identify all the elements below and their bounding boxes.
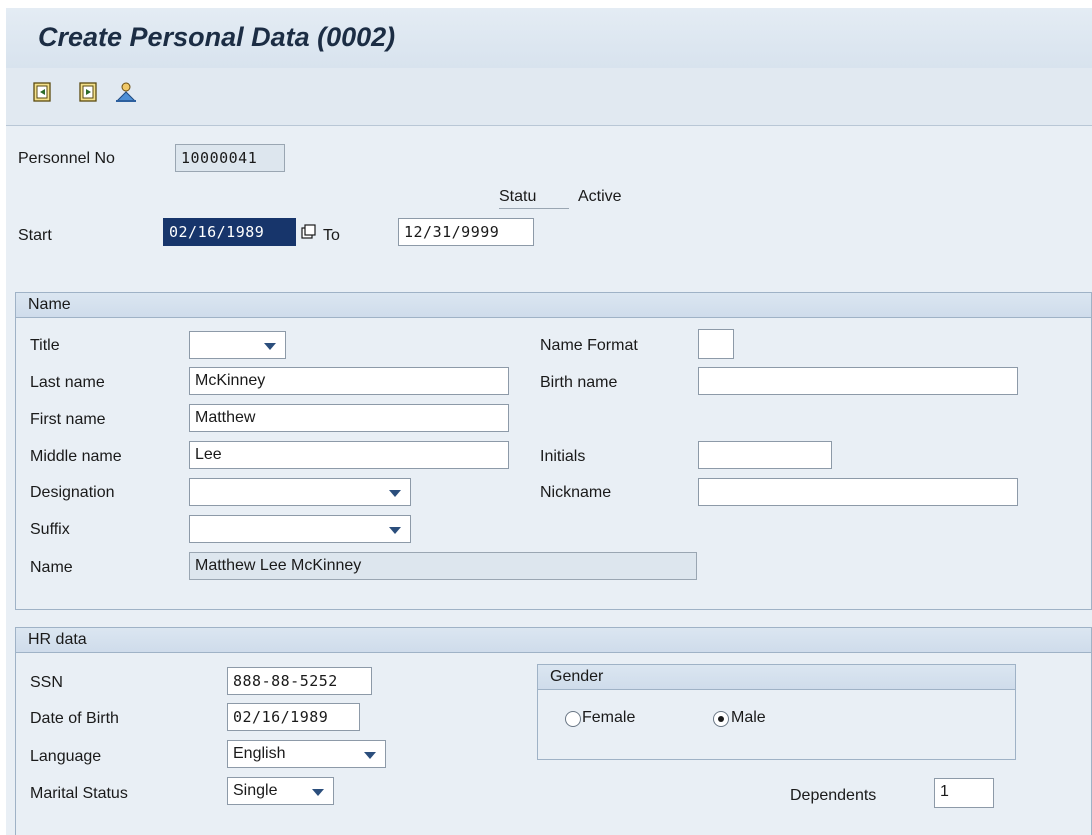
date-of-birth-field[interactable]: 02/16/1989 (227, 703, 360, 731)
toolbar (6, 68, 1092, 126)
person-overview-icon[interactable] (114, 81, 137, 103)
chevron-down-icon (264, 343, 276, 350)
suffix-dropdown[interactable] (189, 515, 411, 543)
initials-field[interactable] (698, 441, 832, 469)
next-record-icon[interactable] (78, 81, 100, 103)
name-group: Name Title Name Format Last name McKinne… (15, 292, 1092, 610)
suffix-label: Suffix (30, 521, 70, 538)
dependents-field[interactable]: 1 (934, 778, 994, 808)
first-name-label: First name (30, 411, 106, 428)
chevron-down-icon (389, 490, 401, 497)
start-label: Start (18, 227, 52, 244)
ssn-label: SSN (30, 674, 63, 691)
last-name-label: Last name (30, 374, 105, 391)
page-title: Create Personal Data (0002) (38, 22, 396, 52)
personnel-no-label: Personnel No (18, 150, 115, 167)
name-format-label: Name Format (540, 337, 638, 354)
title-dropdown[interactable] (189, 331, 286, 359)
female-radio[interactable] (565, 711, 581, 727)
language-label: Language (30, 748, 102, 765)
hr-data-group: HR data SSN 888-88-5252 Date of Birth 02… (15, 627, 1092, 835)
previous-record-icon[interactable] (32, 81, 54, 103)
nickname-label: Nickname (540, 484, 612, 501)
hr-data-group-heading: HR data (16, 628, 1091, 653)
language-dropdown[interactable]: English (227, 740, 386, 768)
dependents-label: Dependents (790, 787, 877, 804)
birth-name-label: Birth name (540, 374, 618, 391)
chevron-down-icon (389, 527, 401, 534)
to-label: To (323, 227, 340, 244)
marital-status-dropdown-value: Single (233, 782, 278, 799)
content-area: Personnel No 10000041 Statu Active Start… (6, 126, 1092, 835)
female-label: Female (582, 709, 636, 726)
designation-dropdown[interactable] (189, 478, 411, 506)
marital-status-label: Marital Status (30, 785, 128, 802)
gender-group-heading: Gender (538, 665, 1015, 690)
status-label: Statu (499, 188, 537, 205)
male-label: Male (731, 709, 766, 726)
name-label: Name (30, 559, 73, 576)
language-dropdown-value: English (233, 745, 286, 762)
start-date-field[interactable]: 02/16/1989 (163, 218, 296, 246)
end-date-field[interactable]: 12/31/9999 (398, 218, 534, 246)
first-name-field[interactable]: Matthew (189, 404, 509, 432)
middle-name-label: Middle name (30, 448, 122, 465)
last-name-field[interactable]: McKinney (189, 367, 509, 395)
name-format-field[interactable] (698, 329, 734, 359)
title-label: Title (30, 337, 60, 354)
ssn-field[interactable]: 888-88-5252 (227, 667, 372, 695)
date-of-birth-label: Date of Birth (30, 710, 119, 727)
title-bar: Create Personal Data (0002) (6, 8, 1092, 69)
name-group-heading: Name (16, 293, 1091, 318)
nickname-field[interactable] (698, 478, 1018, 506)
copy-icon[interactable] (301, 224, 317, 240)
chevron-down-icon (364, 752, 376, 759)
designation-label: Designation (30, 484, 115, 501)
gender-group: Gender Female Male (537, 664, 1016, 760)
initials-label: Initials (540, 448, 586, 465)
full-name-field: Matthew Lee McKinney (189, 552, 697, 580)
personnel-no-field: 10000041 (175, 144, 285, 172)
marital-status-dropdown[interactable]: Single (227, 777, 334, 805)
birth-name-field[interactable] (698, 367, 1018, 395)
status-underline (499, 208, 569, 209)
male-radio[interactable] (713, 711, 729, 727)
chevron-down-icon (312, 789, 324, 796)
status-value: Active (578, 188, 622, 205)
middle-name-field[interactable]: Lee (189, 441, 509, 469)
